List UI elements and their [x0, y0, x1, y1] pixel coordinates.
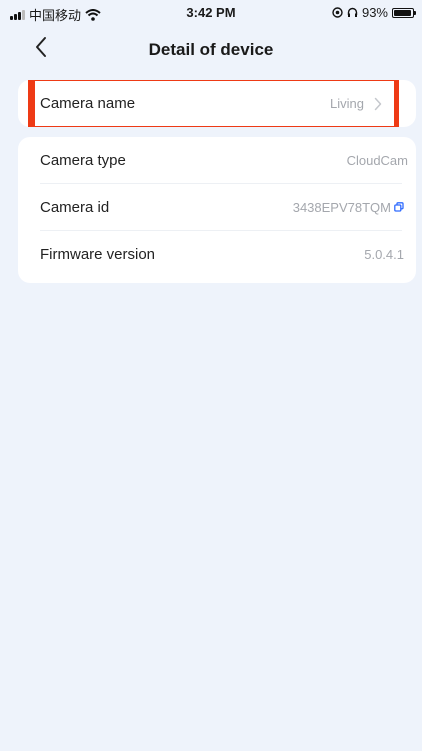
nav-bar: Detail of device	[0, 28, 422, 72]
camera-name-row[interactable]: Camera name Living	[28, 80, 399, 127]
location-lock-icon	[332, 7, 343, 18]
battery-fill	[394, 9, 411, 16]
camera-type-row: Camera type CloudCam	[18, 137, 416, 183]
camera-id-row: Camera id 3438EPV78TQM	[18, 184, 416, 230]
page-title: Detail of device	[148, 40, 274, 59]
camera-name-label: Camera name	[40, 95, 136, 112]
camera-type-value: CloudCam	[346, 152, 408, 168]
firmware-label: Firmware version	[40, 245, 156, 263]
firmware-value: 5.0.4.1	[364, 246, 404, 262]
camera-id-value-group: 3438EPV78TQM	[293, 200, 404, 215]
camera-name-value: Living	[330, 96, 364, 111]
copy-icon[interactable]	[394, 202, 404, 212]
chevron-right-icon	[374, 97, 382, 110]
battery-percent: 93%	[361, 5, 388, 20]
status-right: 93%	[332, 5, 416, 20]
status-bar: 中国移动 3:42 PM 93%	[0, 0, 422, 24]
device-info-card: Camera type CloudCam Camera id 3438EPV78…	[18, 137, 416, 283]
camera-id-value: 3438EPV78TQM	[292, 199, 391, 215]
camera-id-label: Camera id	[40, 198, 110, 216]
firmware-row: Firmware version 5.0.4.1	[18, 231, 416, 277]
camera-name-value-group: Living	[330, 96, 382, 111]
camera-type-label: Camera type	[40, 151, 126, 169]
battery-icon	[392, 7, 416, 18]
headphones-icon	[347, 7, 358, 17]
